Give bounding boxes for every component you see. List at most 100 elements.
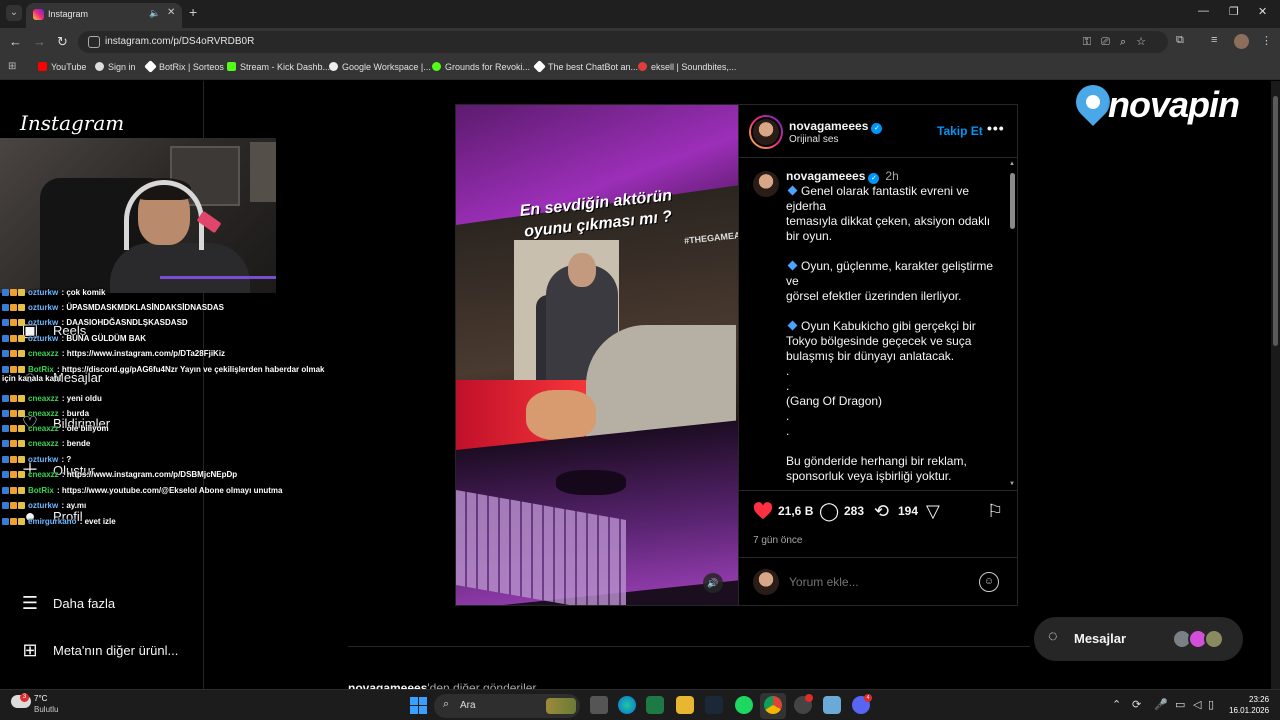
steam-icon[interactable] [705, 696, 723, 714]
comments-count[interactable]: 283 [844, 504, 864, 518]
comment-icon[interactable]: ◯ [819, 501, 839, 522]
bookmark-botrix[interactable]: BotRix | Sorteos [144, 60, 224, 73]
follow-button[interactable]: Takip Et [937, 124, 983, 138]
caption-text: Genel olarak fantastik evreni ve [801, 184, 970, 198]
tab-close-icon[interactable]: ✕ [167, 7, 175, 18]
apps-grid-icon[interactable]: ⊞ [8, 61, 16, 72]
page-scroll-thumb[interactable] [1273, 96, 1278, 346]
url-text[interactable]: instagram.com/p/DS4oRVRDB0R [105, 36, 254, 47]
scroll-thumb[interactable] [1010, 173, 1015, 229]
badge-icon [10, 456, 17, 463]
reposts-count[interactable]: 194 [898, 504, 918, 518]
site-info-icon[interactable] [88, 36, 100, 48]
mute-toggle-icon[interactable]: 🔊 [703, 573, 723, 593]
instagram-page: Instagram ▣ Reels ◌ Mesajlar ♡ Bildiriml… [0, 77, 1280, 695]
audio-label[interactable]: Orijinal ses [789, 134, 838, 145]
extensions-icon[interactable]: ⧉ [1176, 34, 1184, 47]
weather-temperature[interactable]: 7°C [34, 694, 47, 703]
volume-icon[interactable]: ◁ [1193, 698, 1201, 711]
tray-overflow-icon[interactable]: ⌃ [1112, 698, 1121, 711]
chat-badges-icon [2, 303, 28, 312]
windows-taskbar: 3 7°C Bulutlu ⌕ Ara 4 ⌃ ⟳ 🎤 ▭ ◁ ▯ 23:26 … [0, 689, 1280, 720]
windows-start-icon[interactable] [410, 697, 427, 714]
caption-line: . [786, 424, 789, 438]
network-icon[interactable]: ▭ [1175, 698, 1185, 711]
minimize-icon[interactable]: — [1198, 5, 1209, 17]
clock-time[interactable]: 23:26 [1249, 695, 1269, 704]
profile-avatar[interactable] [1234, 34, 1249, 49]
forward-icon[interactable]: → [33, 34, 46, 49]
chrome-icon[interactable] [764, 696, 782, 714]
chrome-menu-icon[interactable]: ⋮ [1261, 34, 1272, 47]
chat-message: BotRix : https://discord.gg/pAG6fu4Nzr Y… [2, 365, 325, 374]
clock-date[interactable]: 16.01.2026 [1229, 706, 1269, 715]
badge-icon [2, 502, 9, 509]
bookmark-grounds[interactable]: Grounds for Revoki... [432, 62, 530, 72]
window-close-icon[interactable]: ✕ [1258, 5, 1267, 18]
scroll-up-icon[interactable]: ▲ [1009, 161, 1015, 167]
post-date[interactable]: 7 gün önce [753, 535, 803, 546]
caption-time: 2h [885, 169, 899, 183]
bookmark-label: Google Workspace |... [342, 62, 431, 72]
emoji-icon[interactable]: ☺ [979, 572, 999, 592]
badge-icon [18, 425, 25, 432]
browser-tab-instagram[interactable]: Instagram 🔈 ✕ [26, 3, 182, 28]
edge-icon[interactable] [618, 696, 636, 714]
caption-scrollbar[interactable]: ▲ ▼ [1009, 161, 1016, 489]
messages-floating-button[interactable]: ◌ Mesajlar [1034, 617, 1243, 661]
excel-icon[interactable] [646, 696, 664, 714]
bookmark-soundbites[interactable]: eksell | Soundbites,... [638, 62, 736, 72]
page-scrollbar[interactable] [1271, 81, 1280, 689]
caption-username[interactable]: novagameees ✓ 2h [786, 169, 899, 184]
comment-input[interactable] [789, 575, 969, 589]
username-text[interactable]: novagameees [789, 119, 868, 133]
address-bar[interactable]: instagram.com/p/DS4oRVRDB0R ⚿⎚⌕☆ [78, 31, 1168, 53]
reload-icon[interactable]: ↻ [57, 34, 68, 50]
scroll-down-icon[interactable]: ▼ [1009, 481, 1015, 487]
chat-badges-icon [2, 288, 28, 297]
battery-icon[interactable]: ▯ [1208, 698, 1214, 711]
like-heart-icon[interactable] [753, 502, 773, 520]
bookmark-chatbot[interactable]: The best ChatBot an... [533, 60, 638, 73]
omnibox-actions[interactable]: ⚿⎚⌕☆ [1083, 35, 1156, 49]
likes-count[interactable]: 21,6 B [778, 504, 813, 518]
restore-icon[interactable]: ❐ [1229, 5, 1239, 18]
app-icon[interactable] [823, 696, 841, 714]
tab-audio-icon[interactable]: 🔈 [149, 8, 160, 19]
microphone-icon[interactable]: 🎤 [1154, 698, 1168, 711]
more-options-icon[interactable]: ••• [987, 120, 1005, 136]
tab-search-button[interactable]: ⌄ [6, 5, 22, 21]
share-icon[interactable]: ▽ [926, 501, 940, 522]
bookmark-youtube[interactable]: YouTube [38, 62, 86, 72]
badge-icon [18, 518, 25, 525]
instagram-logo[interactable]: Instagram [20, 111, 124, 135]
task-view-icon[interactable] [590, 696, 608, 714]
caption-text: Oyun, güçlenme, karakter geliştirme [801, 259, 994, 273]
file-explorer-icon[interactable] [676, 696, 694, 714]
reading-list-icon[interactable]: ≡ [1211, 34, 1217, 46]
back-icon[interactable]: ← [9, 34, 22, 49]
caption-avatar[interactable] [753, 171, 779, 197]
author-username[interactable]: novagameees ✓ [789, 119, 883, 134]
post-actions: 21,6 B ◯ 283 ⟲ 194 ▽ ⚐ 7 gün önce [739, 490, 1018, 550]
chat-username: cneaxzz [28, 439, 59, 448]
author-avatar[interactable] [749, 115, 783, 149]
bookmark-kick-dashboard[interactable]: Stream - Kick Dashb... [227, 62, 330, 72]
weather-description[interactable]: Bulutlu [34, 705, 58, 714]
taskbar-search[interactable]: ⌕ Ara [434, 694, 580, 718]
caption-text: . [786, 424, 790, 438]
new-tab-button[interactable]: + [189, 4, 197, 20]
badge-icon [2, 471, 9, 478]
post-video[interactable]: #THEGAMEA En sevdiğin aktörün oyunu çıkm… [456, 105, 738, 605]
save-bookmark-icon[interactable]: ⚐ [987, 501, 1003, 522]
repost-icon[interactable]: ⟲ [874, 501, 889, 522]
video-hands [526, 390, 596, 440]
instagram-favicon-icon [33, 9, 44, 20]
username-text[interactable]: novagameees [786, 169, 865, 183]
caption-text: . [786, 379, 790, 393]
spotify-icon[interactable] [735, 696, 753, 714]
tray-app-icon[interactable]: ⟳ [1132, 698, 1141, 711]
bookmark-google-workspace[interactable]: Google Workspace |... [329, 62, 431, 72]
bookmark-sign-in[interactable]: Sign in [95, 62, 136, 72]
badge-icon [10, 395, 17, 402]
